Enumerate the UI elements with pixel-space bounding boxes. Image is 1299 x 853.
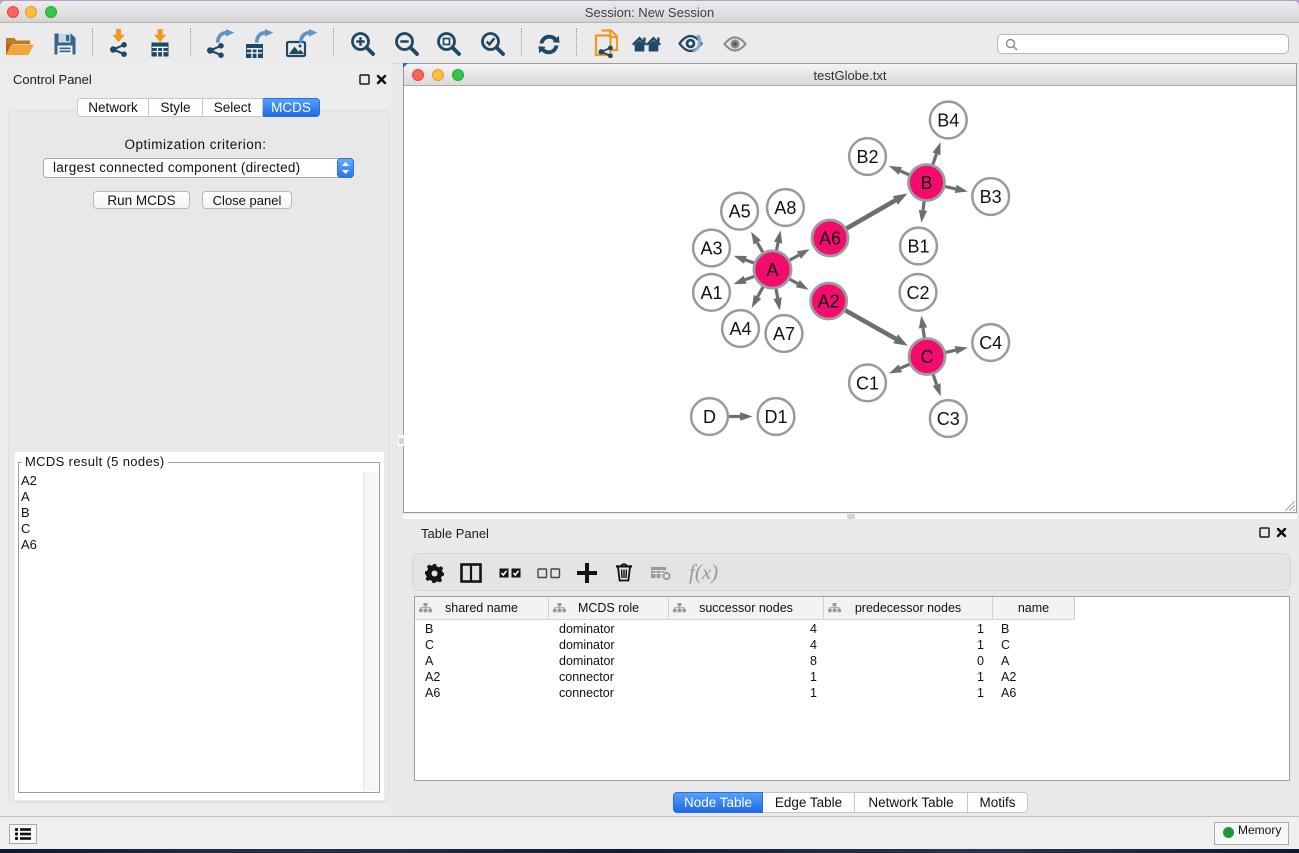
svg-text:D: D (703, 407, 716, 427)
svg-text:A6: A6 (819, 229, 841, 249)
svg-text:B3: B3 (980, 187, 1002, 207)
svg-text:A1: A1 (700, 283, 722, 303)
svg-text:A5: A5 (729, 202, 751, 222)
svg-text:A: A (766, 260, 778, 280)
svg-text:C1: C1 (856, 373, 879, 393)
svg-text:A7: A7 (773, 324, 795, 344)
svg-text:C3: C3 (937, 409, 960, 429)
svg-text:C4: C4 (979, 333, 1002, 353)
svg-text:A4: A4 (729, 319, 751, 339)
svg-text:B4: B4 (937, 111, 959, 131)
svg-text:B1: B1 (907, 237, 929, 257)
svg-text:C2: C2 (906, 283, 929, 303)
svg-text:A2: A2 (818, 292, 840, 312)
svg-text:A3: A3 (700, 239, 722, 259)
svg-text:B: B (920, 173, 932, 193)
svg-text:C: C (921, 347, 934, 367)
svg-text:B2: B2 (856, 147, 878, 167)
svg-text:D1: D1 (764, 407, 787, 427)
svg-text:A8: A8 (774, 198, 796, 218)
